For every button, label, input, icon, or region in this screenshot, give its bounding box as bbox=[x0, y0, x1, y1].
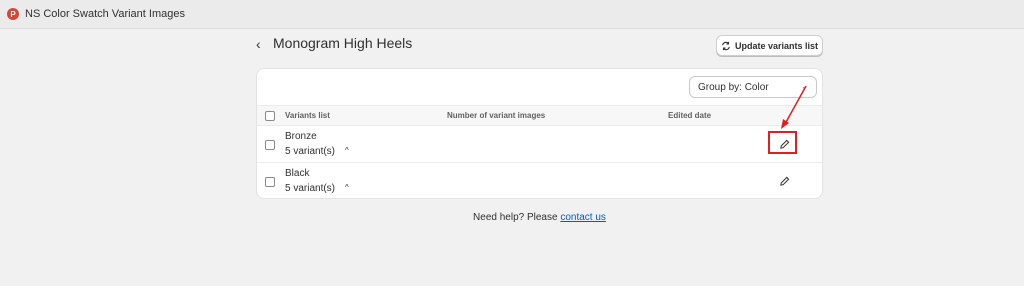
table-header: Variants list Number of variant images E… bbox=[257, 105, 822, 126]
update-variants-button[interactable]: Update variants list bbox=[716, 35, 823, 56]
app-logo-icon: P bbox=[7, 8, 19, 20]
select-all-checkbox[interactable] bbox=[265, 111, 275, 121]
row-checkbox[interactable] bbox=[265, 140, 275, 150]
annotation-arrow bbox=[781, 85, 807, 129]
help-text: Need help? Please bbox=[473, 212, 558, 223]
column-variants-list: Variants list bbox=[285, 111, 330, 120]
annotation-highlight-box bbox=[768, 131, 797, 154]
back-button[interactable]: ‹ bbox=[256, 36, 261, 52]
contact-us-link[interactable]: contact us bbox=[560, 212, 606, 223]
column-variant-images: Number of variant images bbox=[447, 111, 546, 120]
variants-card: Group by: Color ⌄ Variants list Number o… bbox=[256, 68, 823, 199]
variant-count: 5 variant(s) bbox=[285, 146, 336, 157]
expand-chevron-icon[interactable]: ^ bbox=[345, 183, 349, 192]
group-by-value: Group by: Color bbox=[698, 81, 769, 93]
table-row: Black 5 variant(s) ^ bbox=[257, 163, 822, 198]
refresh-icon bbox=[722, 41, 730, 50]
help-footer: Need help? Please contact us bbox=[0, 212, 1024, 223]
variant-count: 5 variant(s) bbox=[285, 183, 336, 194]
edit-button[interactable] bbox=[775, 172, 793, 190]
table-row: Bronze 5 variant(s) ^ bbox=[257, 126, 822, 163]
column-edited-date: Edited date bbox=[668, 111, 712, 120]
row-checkbox[interactable] bbox=[265, 177, 275, 187]
update-variants-label: Update variants list bbox=[734, 40, 819, 51]
variant-name: Bronze bbox=[285, 131, 317, 142]
expand-chevron-icon[interactable]: ^ bbox=[345, 146, 349, 155]
page-title: Monogram High Heels bbox=[273, 35, 413, 51]
pencil-icon bbox=[779, 176, 789, 186]
app-bar: P NS Color Swatch Variant Images bbox=[0, 0, 1024, 29]
variant-name: Black bbox=[285, 168, 310, 179]
app-title: NS Color Swatch Variant Images bbox=[25, 8, 185, 20]
